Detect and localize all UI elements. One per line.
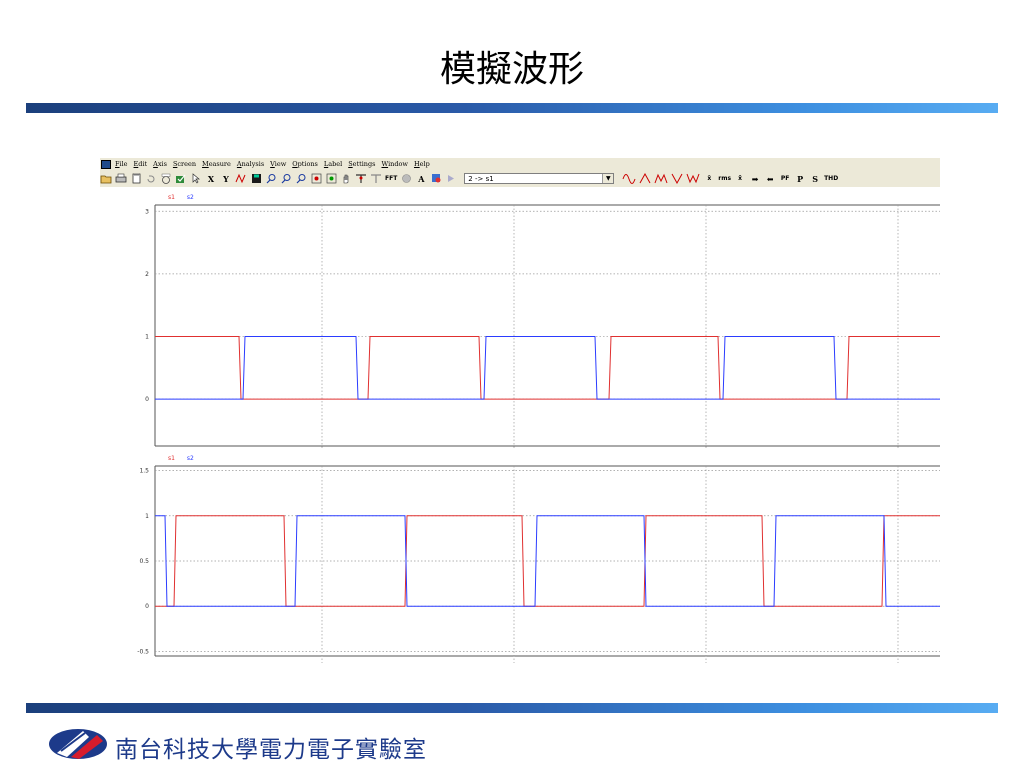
legend-s1: s1 (168, 194, 175, 201)
slide-title: 模擬波形 (439, 49, 584, 90)
plot-2-svg: 1.5 1 0.5 0 -0.5 (137, 465, 940, 663)
print-icon[interactable] (115, 172, 127, 185)
rms-button[interactable]: rms (718, 172, 731, 185)
footer-lab-name: 南台科技大學電力電子實驗室 (115, 737, 427, 763)
cursor-probe-icon[interactable] (355, 172, 367, 185)
menu-options[interactable]: Options (292, 160, 318, 168)
multi-valley-icon[interactable] (686, 172, 700, 185)
fft-button[interactable]: FFT (385, 172, 397, 185)
legend-s2: s2 (186, 194, 194, 201)
plot-panel-1[interactable]: 3 2 1 0 (100, 202, 940, 450)
menu-file[interactable]: File (115, 160, 128, 168)
menu-bar: File Edit Axis Screen Measure Analysis V… (100, 158, 940, 170)
footer-band (26, 703, 998, 713)
legend-s1: s1 (168, 455, 175, 462)
multi-peak-icon[interactable] (654, 172, 668, 185)
s-button[interactable]: S (809, 172, 821, 185)
legend-panel-2: s1 s2 (168, 455, 194, 462)
header-band (26, 103, 998, 113)
check-icon[interactable] (175, 172, 187, 185)
save-icon[interactable] (250, 172, 262, 185)
menu-settings[interactable]: Settings (348, 160, 375, 168)
y-axis-button[interactable]: Y (220, 172, 232, 185)
arrow-right-icon[interactable]: ➡ (749, 172, 761, 185)
record-icon[interactable] (400, 172, 412, 185)
waveform-viewer-window: File Edit Axis Screen Measure Analysis V… (100, 158, 940, 663)
x-axis-button[interactable]: X (205, 172, 217, 185)
play-icon[interactable] (445, 172, 457, 185)
plot-1-svg: 3 2 1 0 (145, 204, 940, 450)
series-line-s2 (155, 336, 940, 400)
copy-icon[interactable] (130, 172, 142, 185)
menu-axis[interactable]: Axis (153, 160, 167, 168)
arrow-left-icon[interactable]: ⬅ (764, 172, 776, 185)
y-tick-label-4: -0.5 (137, 648, 149, 655)
valley-icon[interactable] (671, 172, 683, 185)
series-line-s1 (155, 336, 940, 400)
trace-selector[interactable]: 2 -> s1 ▼ (464, 173, 615, 184)
toolbar: X Y FFT A 2 -> s1 ▼ x̄ rms x̄̄ ➡ ⬅ PF P … (100, 170, 940, 187)
y-tick-label-0: 1.5 (139, 468, 149, 475)
menu-analysis[interactable]: Analysis (237, 160, 264, 168)
menu-measure[interactable]: Measure (202, 160, 231, 168)
cursor-probe2-icon[interactable] (370, 172, 382, 185)
peak-icon[interactable] (639, 172, 651, 185)
sine-icon[interactable] (622, 172, 636, 185)
zoom-in-icon[interactable] (265, 172, 277, 185)
pf-button[interactable]: PF (779, 172, 791, 185)
undo-icon[interactable] (145, 172, 157, 185)
annotate-button[interactable]: A (415, 172, 427, 185)
waveform-icon[interactable] (235, 172, 247, 185)
zoom-x-icon[interactable] (280, 172, 292, 185)
y-tick-label-1: 2 (145, 271, 149, 278)
y-tick-label-2: 0.5 (139, 558, 149, 565)
plot-panel-2[interactable]: 1.5 1 0.5 0 -0.5 (100, 463, 940, 663)
legend-s2: s2 (186, 455, 194, 462)
thd-button[interactable]: THD (824, 172, 838, 185)
y-tick-label-3: 0 (145, 396, 149, 403)
trace-selector-value: 2 -> s1 (468, 175, 494, 183)
y-tick-label-1: 1 (145, 513, 149, 520)
menu-view[interactable]: View (270, 160, 286, 168)
chevron-down-icon[interactable]: ▼ (602, 174, 614, 183)
zoom-y-icon[interactable] (295, 172, 307, 185)
y-tick-label-0: 3 (145, 208, 149, 215)
menu-window[interactable]: Window (382, 160, 408, 168)
p-button[interactable]: P (794, 172, 806, 185)
y-tick-label-3: 0 (145, 603, 149, 610)
menu-screen[interactable]: Screen (173, 160, 196, 168)
beta-icon[interactable] (160, 172, 172, 185)
university-logo-icon (47, 727, 109, 765)
zoom-region-icon[interactable] (325, 172, 337, 185)
app-icon (101, 159, 111, 169)
zoom-fit-icon[interactable] (310, 172, 322, 185)
marker-icon[interactable] (430, 172, 442, 185)
menu-help[interactable]: Help (414, 160, 430, 168)
cursor-icon[interactable] (190, 172, 202, 185)
menu-edit[interactable]: Edit (134, 160, 148, 168)
pan-hand-icon[interactable] (340, 172, 352, 185)
mean-button[interactable]: x̄ (703, 172, 715, 185)
average-button[interactable]: x̄̄ (734, 172, 746, 185)
menu-label[interactable]: Label (324, 160, 342, 168)
y-tick-label-2: 1 (145, 333, 149, 340)
legend-panel-1: s1 s2 (168, 194, 194, 201)
folder-open-icon[interactable] (100, 172, 112, 185)
